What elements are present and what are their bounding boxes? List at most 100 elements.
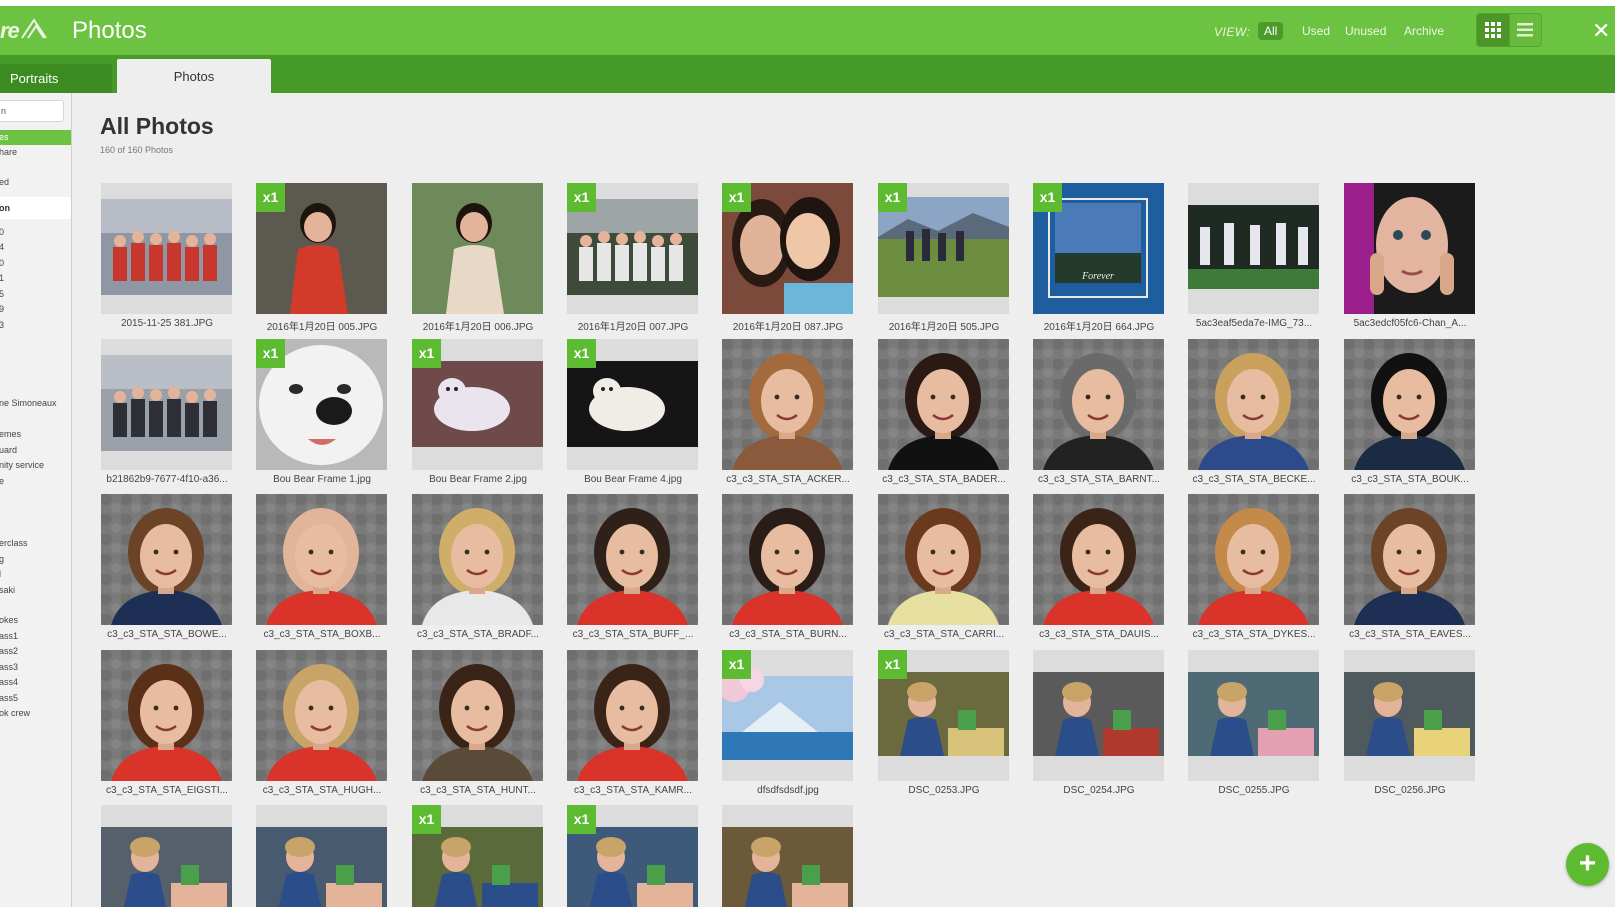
photo-thumbnail[interactable] <box>101 805 232 907</box>
photo-thumbnail[interactable] <box>878 494 1009 625</box>
sidebar-item[interactable]: 3 <box>0 320 4 330</box>
sidebar-item[interactable]: e <box>0 476 4 486</box>
photo-thumbnail[interactable]: x1 <box>878 183 1009 314</box>
photo-image <box>101 494 232 625</box>
photo-thumbnail[interactable] <box>1344 183 1475 314</box>
photo-thumbnail[interactable]: x1 <box>722 650 853 781</box>
sidebar-item[interactable]: on <box>0 197 71 219</box>
photo-thumbnail[interactable] <box>567 650 698 781</box>
page-title: All Photos <box>100 113 214 139</box>
view-archive-button[interactable]: Archive <box>1398 22 1450 40</box>
sidebar-item[interactable]: 5 <box>0 289 4 299</box>
sidebar-item[interactable]: l <box>0 569 1 579</box>
photo-thumbnail[interactable]: Forever x1 <box>1033 183 1164 314</box>
photo-thumbnail[interactable] <box>1033 339 1164 470</box>
photo-thumbnail[interactable] <box>412 650 543 781</box>
photo-thumbnail[interactable] <box>101 650 232 781</box>
photo-image <box>567 650 698 781</box>
photo-thumbnail[interactable] <box>722 494 853 625</box>
sidebar-item[interactable]: 0 <box>0 258 4 268</box>
photo-thumbnail[interactable] <box>101 494 232 625</box>
photo-thumbnail[interactable] <box>256 494 387 625</box>
view-used-button[interactable]: Used <box>1296 22 1336 40</box>
sidebar-item[interactable]: hare <box>0 147 17 157</box>
tab-portraits[interactable]: Portraits <box>0 64 112 93</box>
layout-toggle <box>1476 13 1542 47</box>
sidebar-item[interactable]: erclass <box>0 538 28 548</box>
sidebar-item[interactable]: 9 <box>0 304 4 314</box>
photo-thumbnail[interactable]: x1 <box>567 805 698 907</box>
list-view-button[interactable] <box>1508 14 1541 46</box>
photo-thumbnail[interactable] <box>722 805 853 907</box>
photo-image <box>101 805 232 907</box>
sidebar-search-input[interactable]: n <box>0 100 64 122</box>
view-all-button[interactable]: All <box>1258 22 1284 40</box>
main-content: All Photos 160 of 160 Photos 2015-11-25 … <box>72 93 1615 907</box>
tab-photos[interactable]: Photos <box>117 59 271 93</box>
photo-thumbnail[interactable]: x1 <box>256 183 387 314</box>
photo-image <box>1033 650 1164 781</box>
sidebar-item[interactable]: ass2 <box>0 646 18 656</box>
sidebar-item[interactable]: ass1 <box>0 631 18 641</box>
sidebar-item[interactable]: nity service <box>0 460 44 470</box>
photo-thumbnail[interactable] <box>101 339 232 470</box>
photo-filename: c3_c3_STA_STA_BARNT... <box>1038 474 1160 485</box>
close-button[interactable]: ✕ <box>1592 18 1610 44</box>
photo-thumbnail[interactable] <box>1188 650 1319 781</box>
photo-thumbnail[interactable]: x1 <box>722 183 853 314</box>
photo-thumbnail[interactable] <box>1033 650 1164 781</box>
photo-thumbnail[interactable] <box>1344 339 1475 470</box>
photo-thumbnail[interactable] <box>256 650 387 781</box>
sidebar-item[interactable]: ass3 <box>0 662 18 672</box>
app-title: Photos <box>72 17 147 44</box>
photo-image <box>722 494 853 625</box>
photo-thumbnail[interactable] <box>101 183 232 314</box>
sidebar-item[interactable]: es <box>0 130 71 145</box>
photo-thumbnail[interactable] <box>412 183 543 314</box>
sidebar-item[interactable]: ass5 <box>0 693 18 703</box>
photo-thumbnail[interactable]: x1 <box>567 339 698 470</box>
photo-thumbnail[interactable] <box>1033 494 1164 625</box>
photo-thumbnail[interactable] <box>567 494 698 625</box>
photo-filename: c3_c3_STA_STA_DYKES... <box>1192 629 1316 640</box>
photo-thumbnail[interactable]: x1 <box>412 339 543 470</box>
photo-thumbnail[interactable]: x1 <box>567 183 698 314</box>
photo-filename: Bou Bear Frame 2.jpg <box>429 474 527 485</box>
sidebar-item[interactable]: ne Simoneaux <box>0 398 57 408</box>
photo-thumbnail[interactable] <box>1188 494 1319 625</box>
photo-filename: c3_c3_STA_STA_BECKE... <box>1192 474 1316 485</box>
add-photo-button[interactable]: + <box>1566 843 1609 886</box>
list-icon <box>1517 23 1534 37</box>
photo-thumbnail[interactable] <box>412 494 543 625</box>
sidebar-item[interactable]: 1 <box>0 273 4 283</box>
photo-thumbnail[interactable]: x1 <box>256 339 387 470</box>
sidebar-item[interactable]: 0 <box>0 227 4 237</box>
photo-thumbnail[interactable] <box>1188 183 1319 314</box>
photo-image <box>256 650 387 781</box>
sidebar-item[interactable]: emes <box>0 429 21 439</box>
sidebar-item[interactable]: ass4 <box>0 677 18 687</box>
photo-thumbnail[interactable] <box>878 339 1009 470</box>
photo-thumbnail[interactable] <box>722 339 853 470</box>
photo-thumbnail[interactable] <box>256 805 387 907</box>
sidebar-item[interactable]: saki <box>0 585 15 595</box>
sidebar-item[interactable]: uard <box>0 445 17 455</box>
sidebar-item[interactable]: ok crew <box>0 708 30 718</box>
grid-view-button[interactable] <box>1477 14 1509 46</box>
photo-image <box>722 339 853 470</box>
photo-thumbnail[interactable]: x1 <box>412 805 543 907</box>
photo-filename: b21862b9-7677-4f10-a36... <box>106 474 228 485</box>
photo-filename: c3_c3_STA_STA_BOUK... <box>1351 474 1469 485</box>
photo-thumbnail[interactable] <box>1188 339 1319 470</box>
view-unused-button[interactable]: Unused <box>1339 22 1392 40</box>
photo-thumbnail[interactable] <box>1344 650 1475 781</box>
photo-image <box>412 650 543 781</box>
sidebar-item[interactable]: 4 <box>0 242 4 252</box>
sidebar-item[interactable]: okes <box>0 615 18 625</box>
photo-thumbnail[interactable] <box>1344 494 1475 625</box>
sidebar-item[interactable]: g <box>0 554 4 564</box>
sidebar-item[interactable]: ed <box>0 177 9 187</box>
photo-image <box>1344 339 1475 470</box>
photo-count: 160 of 160 Photos <box>100 145 174 155</box>
photo-thumbnail[interactable]: x1 <box>878 650 1009 781</box>
